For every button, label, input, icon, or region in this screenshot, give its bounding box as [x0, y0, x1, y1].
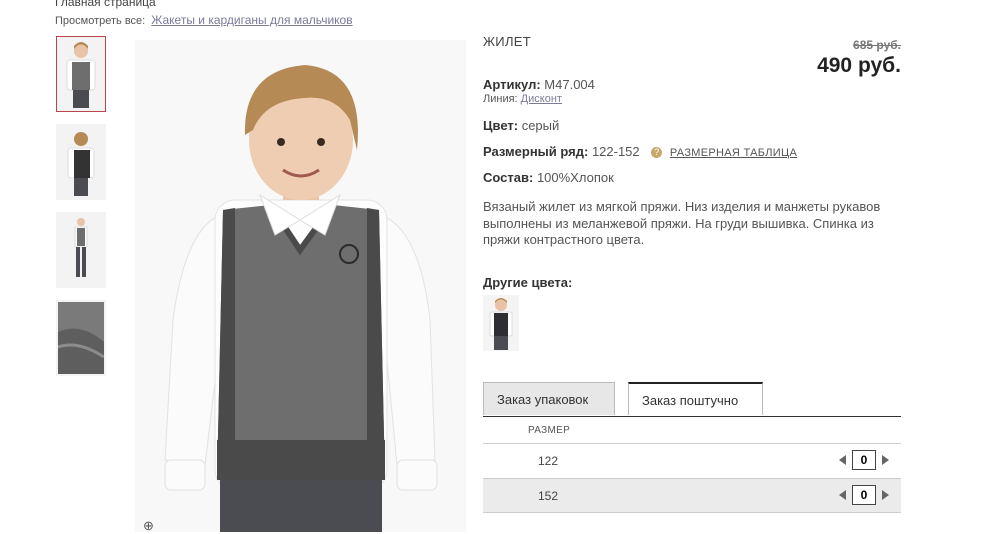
decrease-arrow-icon[interactable]: [839, 490, 846, 500]
composition-value: 100%Хлопок: [536, 170, 614, 185]
increase-arrow-icon[interactable]: [882, 490, 889, 500]
composition-label: Состав:: [483, 170, 534, 185]
help-icon[interactable]: ?: [651, 147, 663, 158]
thumbnail-full[interactable]: [56, 212, 106, 288]
boy-front-image: [58, 38, 104, 110]
table-divider: [483, 512, 901, 513]
price: 490 руб.: [817, 54, 901, 77]
category-link[interactable]: Жакеты и кардиганы для мальчиков: [151, 13, 352, 27]
article-value: M47.004: [544, 77, 595, 92]
fabric-detail-image: [58, 302, 104, 374]
color-row: Цвет: серый: [483, 118, 559, 133]
size-row: Размерный ряд: 122-152 ? РАЗМЕРНАЯ ТАБЛИ…: [483, 144, 797, 159]
color-label: Цвет:: [483, 118, 519, 133]
tab-divider: [483, 416, 901, 417]
tab-single-order[interactable]: Заказ поштучно: [628, 382, 763, 415]
color-value: серый: [521, 118, 560, 133]
line-label: Линия:: [483, 93, 518, 105]
quantity-input[interactable]: [852, 485, 876, 505]
product-description: Вязаный жилет из мягкой пряжи. Низ издел…: [483, 199, 881, 247]
size-table-link[interactable]: РАЗМЕРНАЯ ТАБЛИЦА: [670, 147, 797, 159]
product-title: ЖИЛЕТ: [483, 34, 531, 49]
boy-dark-vest-image: [483, 295, 519, 351]
table-row: 152: [483, 479, 901, 512]
row-size: 152: [538, 489, 559, 503]
boy-full-image: [58, 214, 104, 286]
table-row: 122: [483, 444, 901, 477]
row-size: 122: [538, 454, 559, 468]
size-column-header: РАЗМЕР: [528, 425, 571, 436]
tab-package-order[interactable]: Заказ упаковок: [483, 382, 615, 415]
quantity-input[interactable]: [852, 450, 876, 470]
main-product-image[interactable]: [135, 40, 466, 532]
boy-in-vest-image: [135, 40, 466, 532]
thumbnail-back[interactable]: [56, 124, 106, 200]
article-row: Артикул: M47.004: [483, 77, 595, 92]
other-colors-label: Другие цвета:: [483, 275, 573, 290]
decrease-arrow-icon[interactable]: [839, 455, 846, 465]
other-color-thumbnail[interactable]: [483, 295, 519, 351]
thumbnail-list: [56, 36, 110, 388]
quantity-stepper: [839, 450, 889, 470]
line-row: Линия: Дисконт: [483, 93, 562, 105]
breadcrumb-home[interactable]: Главная страница: [55, 0, 156, 9]
thumbnail-front[interactable]: [56, 36, 106, 112]
old-price: 685 руб.: [853, 38, 901, 52]
article-label: Артикул:: [483, 77, 541, 92]
line-link[interactable]: Дисконт: [521, 93, 562, 105]
increase-arrow-icon[interactable]: [882, 455, 889, 465]
thumbnail-detail[interactable]: [56, 300, 106, 376]
size-label: Размерный ряд:: [483, 144, 589, 159]
see-all: Просмотреть все: Жакеты и кардиганы для …: [55, 13, 353, 27]
see-all-label: Просмотреть все:: [55, 15, 146, 27]
boy-back-image: [58, 126, 104, 198]
quantity-stepper: [839, 485, 889, 505]
size-value: 122-152: [591, 144, 640, 159]
composition-row: Состав: 100%Хлопок: [483, 170, 614, 185]
